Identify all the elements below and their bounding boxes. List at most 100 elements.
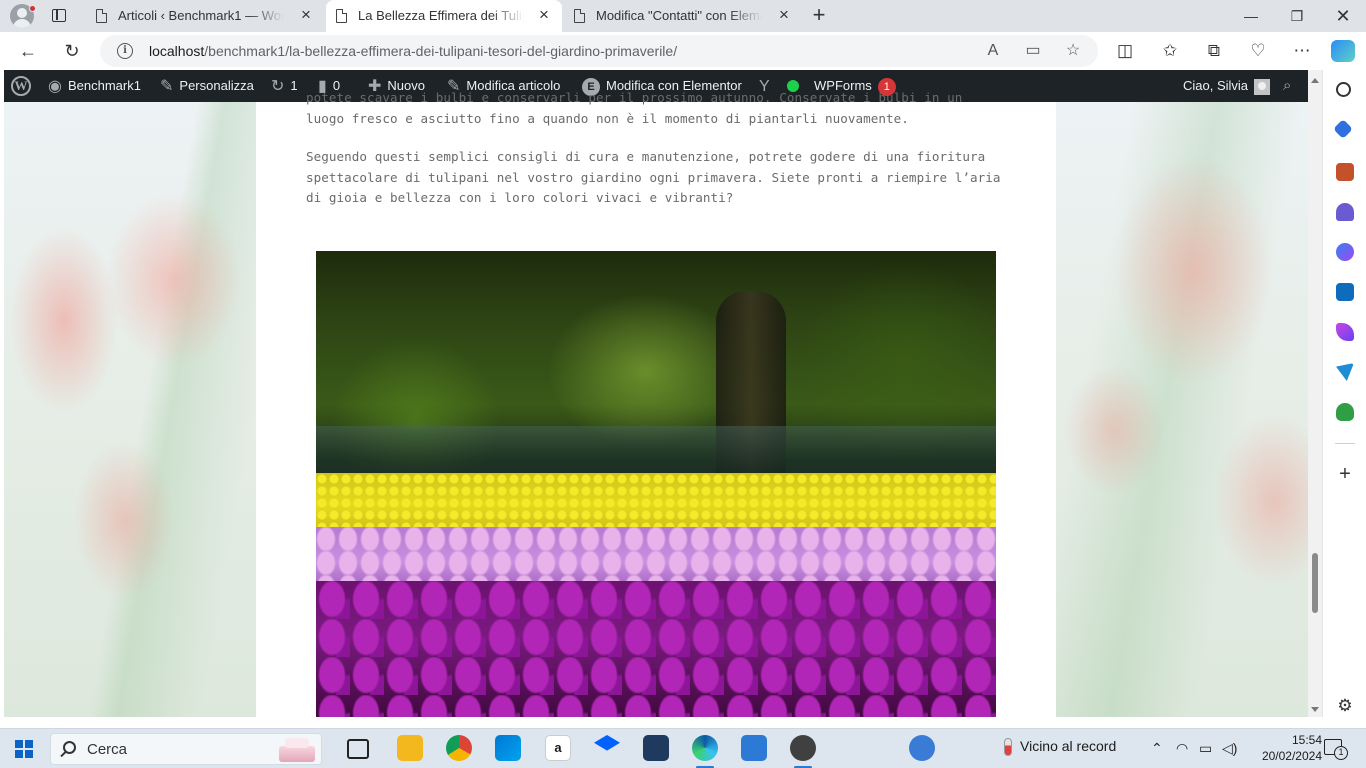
close-tab-icon[interactable]: × — [298, 6, 314, 23]
microsoft365-icon[interactable] — [1336, 243, 1354, 261]
updates-count: 1 — [290, 78, 298, 93]
split-screen-icon[interactable]: ◫ — [1113, 40, 1137, 62]
browser-tab-strip: Articoli ‹ Benchmark1 — WordPress × La B… — [0, 0, 1366, 32]
maximize-button[interactable]: ❐ — [1274, 0, 1320, 32]
close-window-button[interactable]: ✕ — [1320, 0, 1366, 32]
taskbar-search[interactable]: Cerca — [50, 733, 322, 765]
favorite-star-icon[interactable]: ☆ — [1062, 41, 1084, 61]
clock-time: 15:54 — [1291, 733, 1322, 747]
settings-more-icon[interactable]: ⋯ — [1290, 40, 1314, 62]
tools-icon[interactable] — [1336, 163, 1354, 181]
admin-customize[interactable]: ✎ Personalizza — [160, 70, 254, 102]
new-tab-button[interactable]: + — [808, 4, 830, 27]
scroll-up-arrow-icon[interactable] — [1311, 78, 1319, 83]
url-host: localhost — [149, 43, 205, 59]
close-tab-icon[interactable]: × — [776, 6, 792, 23]
admin-account[interactable]: Ciao, Silvia — [1183, 70, 1271, 102]
help-icon[interactable] — [909, 735, 935, 761]
start-button[interactable] — [15, 740, 33, 758]
tab-title: Modifica "Contatti" con Elementor — [596, 8, 762, 23]
search-placeholder: Cerca — [87, 741, 128, 758]
read-aloud-icon[interactable]: A — [982, 41, 1004, 61]
tab-title: Articoli ‹ Benchmark1 — WordPress — [118, 8, 284, 23]
weather-text: Vicino al record — [1020, 738, 1117, 754]
admin-search-icon[interactable]: ⌕ — [1283, 70, 1291, 102]
page-scrollbar[interactable] — [1308, 70, 1322, 717]
user-avatar — [1254, 78, 1271, 95]
dropbox-icon[interactable] — [594, 735, 620, 751]
sidebar-divider — [1335, 443, 1355, 444]
file-explorer-icon[interactable] — [397, 735, 423, 761]
page-icon — [574, 9, 585, 23]
page-viewport: W ◉ Benchmark1 ✎ Personalizza ↻ 1 ▮ 0 ✚ Nuovo… — [4, 70, 1308, 717]
article-content: potete scavare i bulbi e conservarli per… — [256, 90, 1056, 717]
windows-taskbar: Cerca a Vicino al record ⌃ ◠ ▭ ◁) 15:54 … — [0, 728, 1366, 768]
admin-site-name[interactable]: ◉ Benchmark1 — [48, 70, 141, 102]
minimize-button[interactable]: — — [1228, 0, 1274, 32]
page-icon — [96, 9, 107, 23]
dashboard-icon: ◉ — [48, 77, 62, 95]
add-sidebar-app-icon[interactable]: + — [1335, 464, 1355, 484]
brush-icon: ✎ — [160, 77, 174, 95]
show-hidden-icons-chevron-icon[interactable]: ⌃ — [1151, 740, 1163, 757]
favorites-icon[interactable]: ✩ — [1158, 40, 1182, 62]
site-info-icon[interactable]: i — [117, 43, 133, 59]
browser-toolbar: ← ↻ i localhost/benchmark1/la-bellezza-e… — [0, 32, 1366, 70]
designer-icon[interactable] — [1336, 323, 1354, 341]
network-icon[interactable]: ◠ — [1176, 740, 1188, 757]
collections-icon[interactable]: ⧉ — [1202, 40, 1226, 62]
battery-icon[interactable]: ▭ — [1199, 740, 1212, 757]
greeting-label: Ciao, Silvia — [1183, 78, 1249, 93]
app-available-icon[interactable]: ▭ — [1022, 41, 1044, 61]
scroll-down-arrow-icon[interactable] — [1311, 707, 1319, 712]
clock-date: 20/02/2024 — [1261, 749, 1322, 763]
tab-articoli[interactable]: Articoli ‹ Benchmark1 — WordPress × — [86, 0, 324, 32]
shopping-tag-icon[interactable] — [1333, 119, 1353, 139]
tab-tulipani[interactable]: La Bellezza Effimera dei Tulipani: Tesor… — [326, 0, 562, 32]
microsoft-store-icon[interactable] — [495, 735, 521, 761]
browser-essentials-icon[interactable]: ♡ — [1246, 40, 1270, 62]
outlook-icon[interactable] — [1336, 283, 1354, 301]
search-icon[interactable] — [1336, 82, 1351, 97]
notifications-button[interactable]: 1 — [1324, 739, 1348, 760]
url-text[interactable]: localhost/benchmark1/la-bellezza-effimer… — [149, 43, 677, 59]
close-tab-icon[interactable]: × — [536, 6, 552, 23]
mail-icon[interactable] — [741, 735, 767, 761]
article-paragraph-clipped: potete scavare i bulbi e conservarli per… — [306, 90, 963, 126]
scroll-thumb[interactable] — [1312, 553, 1318, 613]
system-clock[interactable]: 15:54 20/02/2024 — [1258, 732, 1322, 764]
tab-actions-button[interactable] — [48, 6, 70, 26]
sidebar-settings-icon[interactable]: ⚙ — [1335, 696, 1355, 716]
send-icon[interactable] — [1336, 363, 1354, 381]
task-view-icon[interactable] — [347, 739, 369, 759]
refresh-button[interactable]: ↻ — [57, 36, 87, 66]
profile-notification-dot — [29, 5, 36, 12]
github-icon[interactable] — [790, 735, 816, 761]
image-purple-tulips — [316, 581, 996, 717]
powershell-icon[interactable] — [643, 735, 669, 761]
tree-icon[interactable] — [1336, 403, 1354, 421]
customize-label: Personalizza — [179, 78, 254, 93]
volume-icon[interactable]: ◁) — [1222, 740, 1237, 757]
tab-title: La Bellezza Effimera dei Tulipani: Tesor… — [358, 8, 524, 23]
admin-updates[interactable]: ↻ 1 — [271, 70, 298, 102]
search-icon — [63, 741, 76, 754]
edge-icon[interactable] — [692, 735, 718, 761]
tab-contatti-elementor[interactable]: Modifica "Contatti" con Elementor × — [564, 0, 802, 32]
copilot-icon[interactable] — [1331, 40, 1355, 62]
back-button[interactable]: ← — [13, 36, 43, 66]
tulip-field-image — [316, 251, 996, 717]
games-icon[interactable] — [1336, 203, 1354, 221]
url-path: /benchmark1/la-bellezza-effimera-dei-tul… — [204, 43, 678, 59]
address-bar[interactable]: i localhost/benchmark1/la-bellezza-effim… — [100, 35, 1098, 67]
amazon-icon[interactable]: a — [545, 735, 571, 761]
wordpress-logo-icon[interactable]: W — [11, 76, 31, 96]
edge-sidebar: + ⚙ — [1322, 70, 1366, 717]
chrome-icon[interactable] — [446, 735, 472, 761]
birthday-cake-icon — [275, 734, 319, 764]
thermometer-icon — [1004, 738, 1012, 757]
page-icon — [336, 9, 347, 23]
image-water — [316, 426, 996, 476]
weather-widget[interactable]: Vicino al record — [1004, 738, 1117, 757]
notification-count-badge: 1 — [1334, 746, 1348, 760]
